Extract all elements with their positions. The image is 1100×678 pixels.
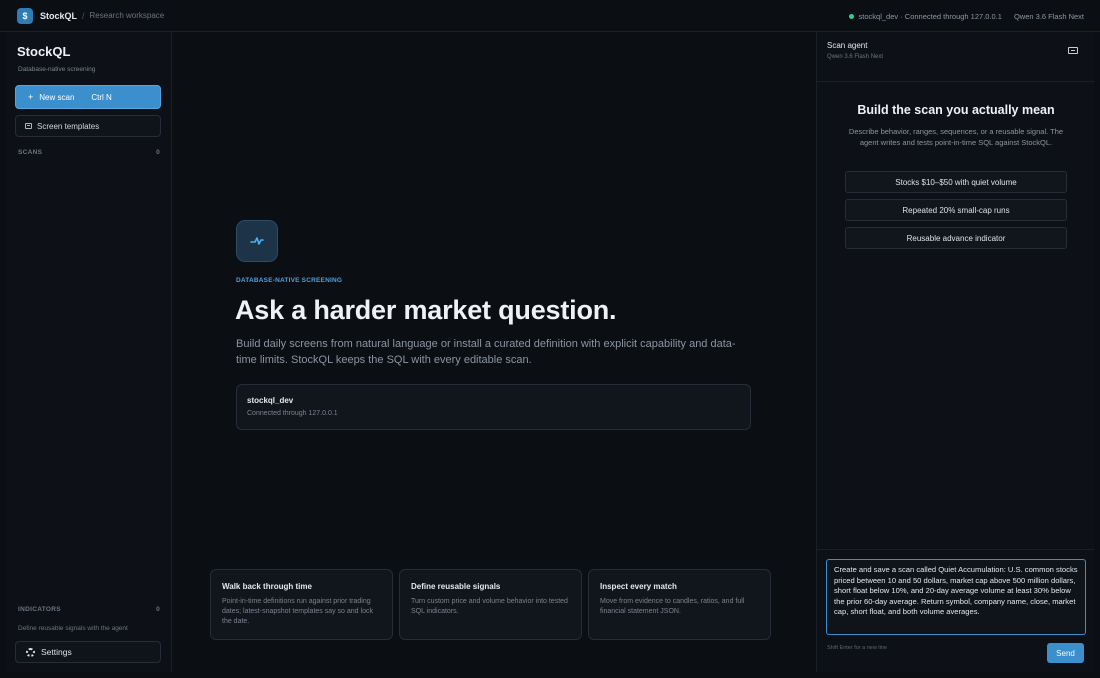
feature-title: Inspect every match	[600, 582, 677, 591]
feature-card-time: Walk back through time Point-in-time def…	[210, 569, 393, 640]
indicators-header-label: INDICATORS	[18, 606, 61, 613]
feature-body: Point-in-time definitions run against pr…	[222, 598, 373, 625]
scans-count: 0	[156, 149, 160, 156]
gear-icon	[26, 647, 35, 657]
connection-detail: Connected through 127.0.0.1	[247, 410, 338, 417]
indicators-note: Define reusable signals with the agent	[18, 625, 128, 632]
agent-panel: Scan agent Qwen 3.6 Flash Next Build the…	[816, 32, 1094, 672]
sidebar-title: StockQL	[17, 44, 71, 59]
app-logo[interactable]: $	[17, 7, 33, 24]
plus-icon: +	[28, 92, 34, 102]
settings-button[interactable]: Settings	[15, 641, 161, 663]
top-bar: $ StockQL / Research workspace stockql_d…	[0, 0, 1100, 32]
scans-section-header: SCANS 0	[18, 149, 160, 156]
divider	[817, 549, 1094, 550]
suggestion-button[interactable]: Stocks $10–$50 with quiet volume	[845, 171, 1067, 193]
divider	[817, 81, 1094, 82]
feature-card-signals: Define reusable signals Turn custom pric…	[399, 569, 582, 640]
suggestion-button[interactable]: Repeated 20% small-cap runs	[845, 199, 1067, 221]
sidebar-subtitle: Database-native screening	[18, 66, 96, 73]
sidebar: StockQL Database-native screening + New …	[6, 32, 172, 672]
screen-templates-label: Screen templates	[37, 121, 100, 131]
suggestion-button[interactable]: Reusable advance indicator	[845, 227, 1067, 249]
feature-body: Turn custom price and volume behavior in…	[411, 598, 568, 615]
agent-heading: Build the scan you actually mean	[857, 103, 1055, 117]
agent-description: Describe behavior, ranges, sequences, or…	[848, 127, 1064, 147]
connection-status-text: stockql_dev · Connected through 127.0.0.…	[858, 11, 1002, 21]
page-title: Ask a harder market question.	[235, 295, 617, 325]
input-hint: Shift Enter for a new line	[827, 645, 887, 651]
connection-name: stockql_dev	[247, 396, 294, 405]
feature-title: Walk back through time	[222, 582, 312, 591]
clear-chat-icon[interactable]	[1068, 47, 1078, 54]
main-content: DATABASE-NATIVE SCREENING Ask a harder m…	[173, 32, 815, 672]
settings-label: Settings	[41, 647, 72, 657]
feature-card-inspect: Inspect every match Move from evidence t…	[588, 569, 771, 640]
breadcrumb-workspace[interactable]: Research workspace	[90, 11, 165, 20]
app-brand: StockQL	[40, 10, 78, 21]
feature-title: Define reusable signals	[411, 582, 501, 591]
indicators-section-header: INDICATORS 0	[18, 606, 160, 613]
agent-title: Scan agent	[827, 41, 868, 50]
connection-card[interactable]: stockql_dev Connected through 127.0.0.1	[236, 384, 751, 430]
send-button[interactable]: Send	[1047, 643, 1084, 663]
connection-status-dot	[848, 13, 854, 19]
new-scan-shortcut: Ctrl N	[91, 92, 112, 102]
scans-header-label: SCANS	[18, 149, 43, 156]
new-scan-label: New scan	[39, 92, 75, 102]
eyebrow-label: DATABASE-NATIVE SCREENING	[236, 277, 343, 284]
feature-body: Move from evidence to candles, ratios, a…	[600, 598, 745, 615]
indicators-count: 0	[156, 606, 160, 613]
new-scan-button[interactable]: + New scan Ctrl N	[15, 85, 161, 109]
lead-paragraph: Build daily screens from natural languag…	[236, 338, 736, 366]
pulse-icon	[236, 220, 278, 262]
top-status: stockql_dev · Connected through 127.0.0.…	[848, 0, 1084, 32]
agent-prompt-input[interactable]: Create and save a scan called Quiet Accu…	[826, 559, 1086, 635]
breadcrumb-separator: /	[82, 10, 85, 21]
screen-templates-button[interactable]: Screen templates	[15, 115, 161, 137]
agent-model: Qwen 3.6 Flash Next	[827, 54, 884, 60]
model-selector[interactable]: Qwen 3.6 Flash Next	[1014, 12, 1084, 21]
template-icon	[25, 123, 32, 129]
